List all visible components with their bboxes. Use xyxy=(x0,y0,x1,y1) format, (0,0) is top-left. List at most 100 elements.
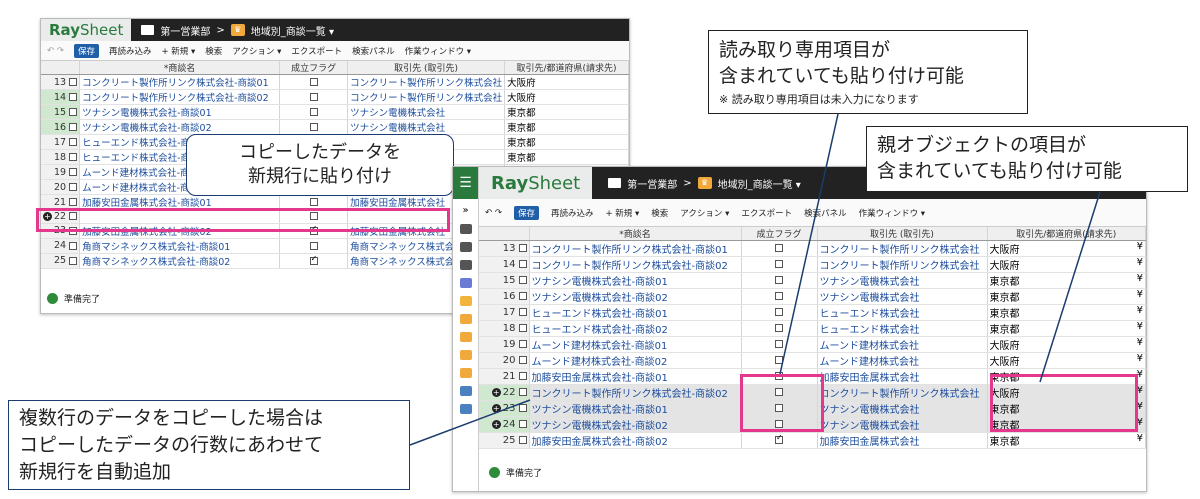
cell-flag[interactable] xyxy=(741,352,818,370)
cell-prefecture[interactable]: 東京都 ¥ xyxy=(987,272,1146,290)
row-number[interactable]: 13 xyxy=(479,240,530,258)
table-row[interactable]: 16 ツナシン電機株式会社-商談02 ツナシン電機株式会社 東京都 xyxy=(41,119,629,136)
row-number[interactable]: 19 xyxy=(41,164,81,181)
row-checkbox[interactable] xyxy=(518,340,527,349)
row-checkbox[interactable] xyxy=(518,372,527,381)
row-number[interactable]: 24 xyxy=(41,238,81,254)
table-row[interactable]: 15 ツナシン電機株式会社-商談01 ツナシン電機株式会社 東京都 xyxy=(41,104,629,121)
cell-account[interactable]: ツナシン電機株式会社 xyxy=(817,272,988,290)
export-button[interactable]: エクスポート xyxy=(741,207,792,219)
crown-icon[interactable] xyxy=(459,332,472,342)
crown-icon[interactable] xyxy=(459,314,472,324)
cell-name[interactable]: 角商マシネックス株式会社-商談01 xyxy=(79,238,281,254)
col-header-flag[interactable]: 成立フラグ xyxy=(741,227,818,242)
row-number[interactable]: 18 xyxy=(41,149,81,166)
cell-name[interactable]: コンクリート製作所リンク株式会社-商談01 xyxy=(529,240,742,258)
cell-prefecture[interactable]: 東京都 ¥ xyxy=(987,304,1146,322)
export-button[interactable]: エクスポート xyxy=(291,45,342,57)
row-checkbox[interactable] xyxy=(69,256,78,265)
cell-flag[interactable] xyxy=(741,240,818,258)
row-number[interactable]: 25 xyxy=(41,253,81,269)
wrench-icon[interactable] xyxy=(459,386,472,396)
menu-icon[interactable]: ☰ xyxy=(453,167,478,199)
cell-flag[interactable] xyxy=(279,253,349,269)
row-checkbox[interactable] xyxy=(518,436,527,445)
flag-checkbox[interactable] xyxy=(775,340,783,349)
flag-checkbox[interactable] xyxy=(775,292,783,301)
new-button[interactable]: + 新規 ▾ xyxy=(605,207,639,219)
flag-checkbox[interactable] xyxy=(775,276,783,285)
col-header-pref[interactable]: 取引先/都道府県(請求先) xyxy=(987,227,1146,242)
cell-flag[interactable] xyxy=(741,320,818,338)
cell-flag[interactable] xyxy=(741,336,818,354)
col-header-flag[interactable]: 成立フラグ xyxy=(279,61,349,76)
work-window-button[interactable]: 作業ウィンドウ ▾ xyxy=(859,207,925,219)
row-checkbox[interactable] xyxy=(69,241,78,250)
cell-name[interactable]: ムーンド建材株式会社-商談02 xyxy=(529,352,742,370)
cell-account[interactable]: 加藤安田金属株式会社 xyxy=(817,368,988,386)
flag-checkbox[interactable] xyxy=(775,244,783,253)
cell-name[interactable]: ヒューエンド株式会社-商談01 xyxy=(529,304,742,322)
row-checkbox[interactable] xyxy=(518,388,527,397)
cell-prefecture[interactable]: 大阪府 ¥ xyxy=(987,336,1146,354)
row-checkbox[interactable] xyxy=(69,123,78,132)
cell-name[interactable]: ヒューエンド株式会社-商談02 xyxy=(529,320,742,338)
wrench-icon[interactable] xyxy=(459,404,472,414)
reload-button[interactable]: 再読み込み xyxy=(551,207,594,219)
row-number[interactable]: 25 xyxy=(479,432,530,450)
crown-icon[interactable] xyxy=(459,350,472,360)
cell-flag[interactable] xyxy=(741,304,818,322)
cell-name[interactable]: コンクリート製作所リンク株式会社-商談02 xyxy=(529,384,742,402)
cell-prefecture[interactable]: 東京都 xyxy=(504,134,629,151)
cell-account[interactable]: コンクリート製作所リンク株式会社 xyxy=(817,384,988,402)
cell-flag[interactable] xyxy=(741,272,818,290)
table-row[interactable]: 19 ムーンド建材株式会社-商談01 ムーンド建材株式会社 大阪府 ¥ xyxy=(479,336,1146,354)
row-number[interactable]: 15 xyxy=(41,104,81,121)
row-number[interactable]: 16 xyxy=(41,119,81,136)
table-row[interactable]: 20 ムーンド建材株式会社-商談02 ムーンド建材株式会社 大阪府 ¥ xyxy=(479,352,1146,370)
breadcrumb-view[interactable]: 地域別_商談一覧 ▾ xyxy=(718,176,801,191)
breadcrumb-folder[interactable]: 第一営業部 xyxy=(160,23,210,38)
folder-open-icon[interactable] xyxy=(459,260,472,270)
table-row[interactable]: 13 コンクリート製作所リンク株式会社-商談01 コンクリート製作所リンク株式会社大… xyxy=(479,240,1146,258)
cell-account[interactable]: コンクリート製作所リンク株式会社 xyxy=(817,256,988,274)
row-number[interactable]: +22 xyxy=(479,384,530,402)
cell-name[interactable]: 角商マシネックス株式会社-商談02 xyxy=(79,253,281,269)
row-checkbox[interactable] xyxy=(69,153,78,162)
cell-account[interactable]: 加藤安田金属株式会社 xyxy=(817,432,988,450)
table-row[interactable]: 14 コンクリート製作所リンク株式会社-商談02 コンクリート製作所リンク株式会社大… xyxy=(479,256,1146,274)
cell-flag[interactable] xyxy=(279,238,349,254)
cell-account[interactable]: ツナシン電機株式会社 xyxy=(347,119,506,136)
cell-account[interactable]: ツナシン電機株式会社 xyxy=(817,416,988,434)
flag-checkbox[interactable] xyxy=(775,324,783,333)
flag-checkbox[interactable] xyxy=(775,308,783,317)
row-checkbox[interactable] xyxy=(69,93,78,102)
cell-name[interactable]: 加藤安田金属株式会社-商談01 xyxy=(529,368,742,386)
row-checkbox[interactable] xyxy=(518,260,527,269)
col-header-account[interactable]: 取引先 (取引先) xyxy=(347,61,506,76)
cell-prefecture[interactable]: 東京都 xyxy=(504,149,629,166)
cell-account[interactable]: ツナシン電機株式会社 xyxy=(817,288,988,306)
row-number[interactable]: 17 xyxy=(479,304,530,322)
cell-prefecture[interactable]: 大阪府 ¥ xyxy=(987,256,1146,274)
row-number[interactable]: 19 xyxy=(479,336,530,354)
undo-redo-icon[interactable]: ↶ ↷ xyxy=(485,208,502,218)
table-row[interactable]: 13 コンクリート製作所リンク株式会社-商談01 コンクリート製作所リンク株式会社大… xyxy=(41,74,629,91)
undo-redo-icon[interactable]: ↶ ↷ xyxy=(47,46,64,56)
report-icon[interactable] xyxy=(459,278,472,288)
table-row[interactable]: 18 ヒューエンド株式会社-商談02 ヒューエンド株式会社 東京都 ¥ xyxy=(479,320,1146,338)
row-number[interactable]: +24 xyxy=(479,416,530,434)
search-panel-button[interactable]: 検索パネル xyxy=(352,45,395,57)
row-checkbox[interactable] xyxy=(69,78,78,87)
flag-checkbox[interactable] xyxy=(309,108,318,117)
cell-prefecture[interactable]: 東京都 ¥ xyxy=(987,288,1146,306)
row-checkbox[interactable] xyxy=(518,244,527,253)
flag-checkbox[interactable] xyxy=(775,433,783,445)
flag-checkbox[interactable] xyxy=(775,356,783,365)
flag-checkbox[interactable] xyxy=(775,260,783,269)
breadcrumb-folder[interactable]: 第一営業部 xyxy=(627,176,677,191)
cell-name[interactable]: ツナシン電機株式会社-商談01 xyxy=(79,104,281,121)
row-checkbox[interactable] xyxy=(518,420,527,429)
cell-name[interactable]: ツナシン電機株式会社-商談01 xyxy=(529,272,742,290)
folder-icon[interactable] xyxy=(459,242,472,252)
